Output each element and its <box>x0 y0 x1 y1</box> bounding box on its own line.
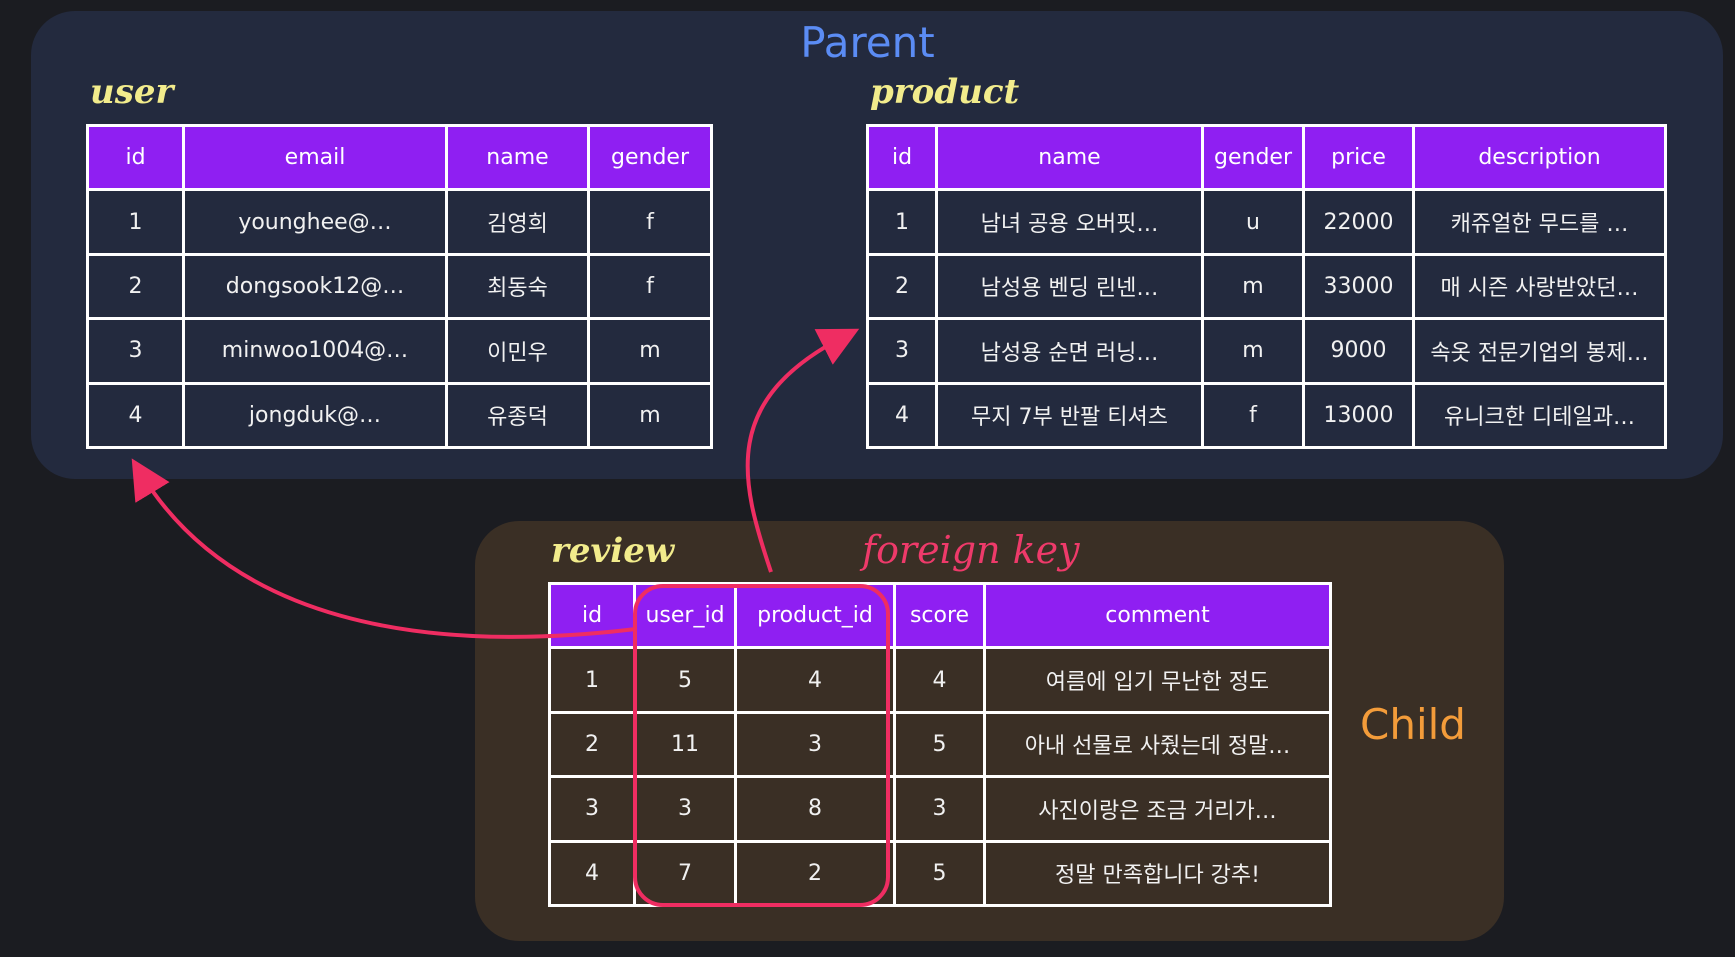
user-id-arrow <box>131 458 637 639</box>
product-id-arrow <box>745 328 860 573</box>
reference-arrows <box>131 328 860 639</box>
